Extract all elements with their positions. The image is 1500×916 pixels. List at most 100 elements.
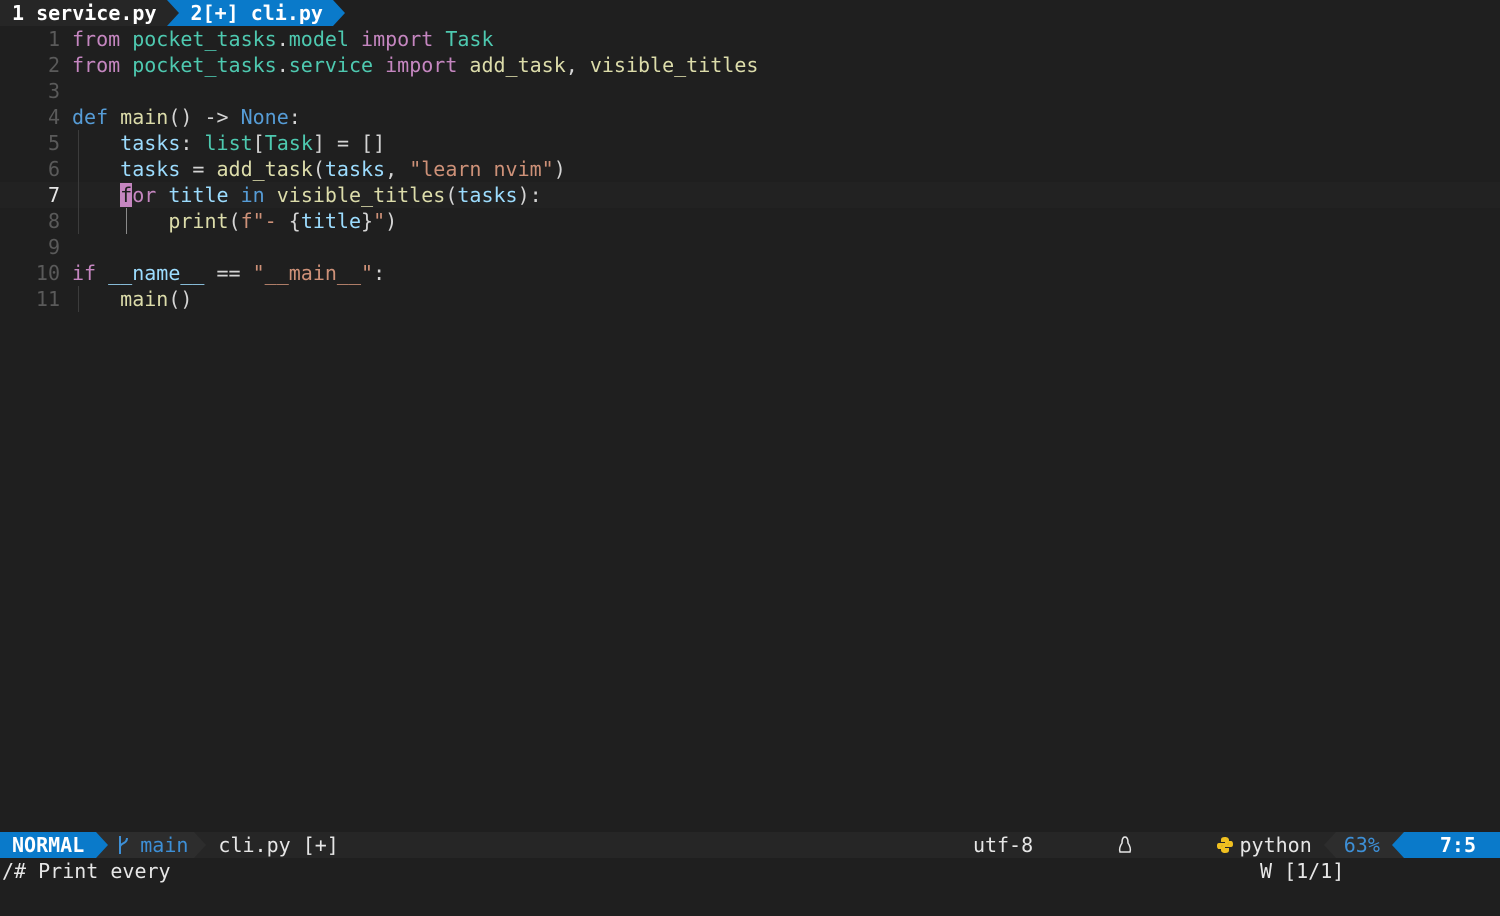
code-token: ,: [385, 157, 410, 181]
code-token: }: [361, 209, 374, 233]
code-token: ==: [204, 261, 253, 285]
search-query: /# Print every: [2, 859, 171, 883]
code-token: .: [276, 27, 289, 51]
code-token: title: [300, 209, 362, 233]
branch-separator: [194, 832, 207, 858]
code-token: ] = []: [312, 131, 386, 155]
line-number: 10: [35, 261, 60, 285]
code-token: (): [168, 287, 193, 311]
code-token: title: [168, 183, 229, 207]
code-token: :: [373, 261, 386, 285]
tab-cli-py[interactable]: 2[+] cli.py: [166, 0, 333, 26]
file-name: cli.py [+]: [218, 833, 339, 857]
code-line[interactable]: 8 print(f"- {title}"): [0, 208, 1500, 234]
filetype[interactable]: python: [1210, 832, 1324, 858]
code-token: tasks: [457, 183, 518, 207]
chevron-left-icon: [1141, 832, 1209, 883]
code-line[interactable]: 2 from pocket_tasks.service import add_ta…: [0, 52, 1500, 78]
code-token: [: [252, 131, 265, 155]
code-text: tasks: list[Task] = []: [60, 130, 385, 156]
code-token: __name__: [108, 261, 205, 285]
indent-guide: [78, 182, 79, 208]
code-line[interactable]: 3: [0, 78, 1500, 104]
git-branch-icon: [119, 836, 129, 854]
tab-service-py[interactable]: 1 service.py: [0, 0, 167, 26]
git-branch[interactable]: main: [108, 832, 195, 858]
line-number: 11: [35, 287, 60, 311]
cursor: f: [120, 183, 133, 207]
code-token: model: [288, 27, 349, 51]
code-text: from pocket_tasks.model import Task: [60, 26, 494, 52]
mode-separator: [96, 832, 109, 858]
cursor-position: 7:5: [1403, 832, 1500, 858]
code-token: visible_titles: [276, 183, 446, 207]
line-number: 3: [47, 79, 60, 103]
code-token: def: [72, 105, 109, 129]
position-separator: [1391, 832, 1404, 858]
code-line[interactable]: 11 main(): [0, 286, 1500, 312]
code-token: pocket_tasks: [132, 27, 277, 51]
statusline: NORMAL main cli.py [+] utf-8 python 63% …: [0, 832, 1500, 883]
code-line[interactable]: 7 for title in visible_titles(tasks):: [0, 182, 1500, 208]
code-text: if __name__ == "__main__":: [60, 260, 385, 286]
code-token: or: [132, 183, 157, 207]
code-token: () ->: [168, 105, 241, 129]
percent-separator: [1323, 832, 1336, 858]
code-token: Task: [264, 131, 313, 155]
code-token: import: [385, 53, 458, 77]
tabline: 1 service.py 2[+] cli.py: [0, 0, 1500, 26]
code-token: (: [445, 183, 458, 207]
indent-guide: [126, 208, 127, 234]
code-token: visible_titles: [589, 53, 759, 77]
code-token: main: [120, 287, 169, 311]
indent-guide: [78, 208, 79, 234]
code-token: ): [385, 209, 398, 233]
code-text: def main() -> None:: [60, 104, 301, 130]
code-token: (: [312, 157, 325, 181]
code-text: from pocket_tasks.service import add_tas…: [60, 52, 758, 78]
code-token: (: [228, 209, 241, 233]
code-token: :: [180, 131, 205, 155]
code-line[interactable]: 9: [0, 234, 1500, 260]
indent-guide: [78, 286, 79, 312]
indent-guide: [78, 130, 79, 156]
code-token: ": [373, 209, 386, 233]
line-number: 6: [47, 157, 60, 181]
code-token: .: [276, 53, 289, 77]
line-number: 9: [47, 235, 60, 259]
code-text: main(): [60, 286, 192, 312]
code-token: None: [240, 105, 289, 129]
editor-buffer[interactable]: 1 from pocket_tasks.model import Task 2 fro…: [0, 26, 1500, 832]
code-token: print: [168, 209, 229, 233]
tab-separator: [332, 0, 345, 26]
code-token: {: [288, 209, 301, 233]
code-line[interactable]: 6 tasks = add_task(tasks, "learn nvim"): [0, 156, 1500, 182]
code-token: tasks: [324, 157, 386, 181]
python-icon: [1216, 837, 1233, 853]
command-line[interactable]: /# Print every W [1/1]: [0, 858, 1500, 885]
code-token: if: [72, 261, 97, 285]
code-line[interactable]: 4 def main() -> None:: [0, 104, 1500, 130]
code-token: from: [72, 53, 121, 77]
code-token: f"-: [240, 209, 289, 233]
code-token: :: [288, 105, 301, 129]
code-line[interactable]: 5 tasks: list[Task] = []: [0, 130, 1500, 156]
filetype-label: python: [1239, 833, 1312, 857]
code-token: ):: [517, 183, 542, 207]
line-number: 8: [47, 209, 60, 233]
code-text: print(f"- {title}"): [60, 208, 397, 234]
code-line[interactable]: 1 from pocket_tasks.model import Task: [0, 26, 1500, 52]
code-token: import: [361, 27, 434, 51]
encoding: utf-8: [972, 833, 1034, 857]
code-token: service: [288, 53, 374, 77]
code-line[interactable]: 10 if __name__ == "__main__":: [0, 260, 1500, 286]
